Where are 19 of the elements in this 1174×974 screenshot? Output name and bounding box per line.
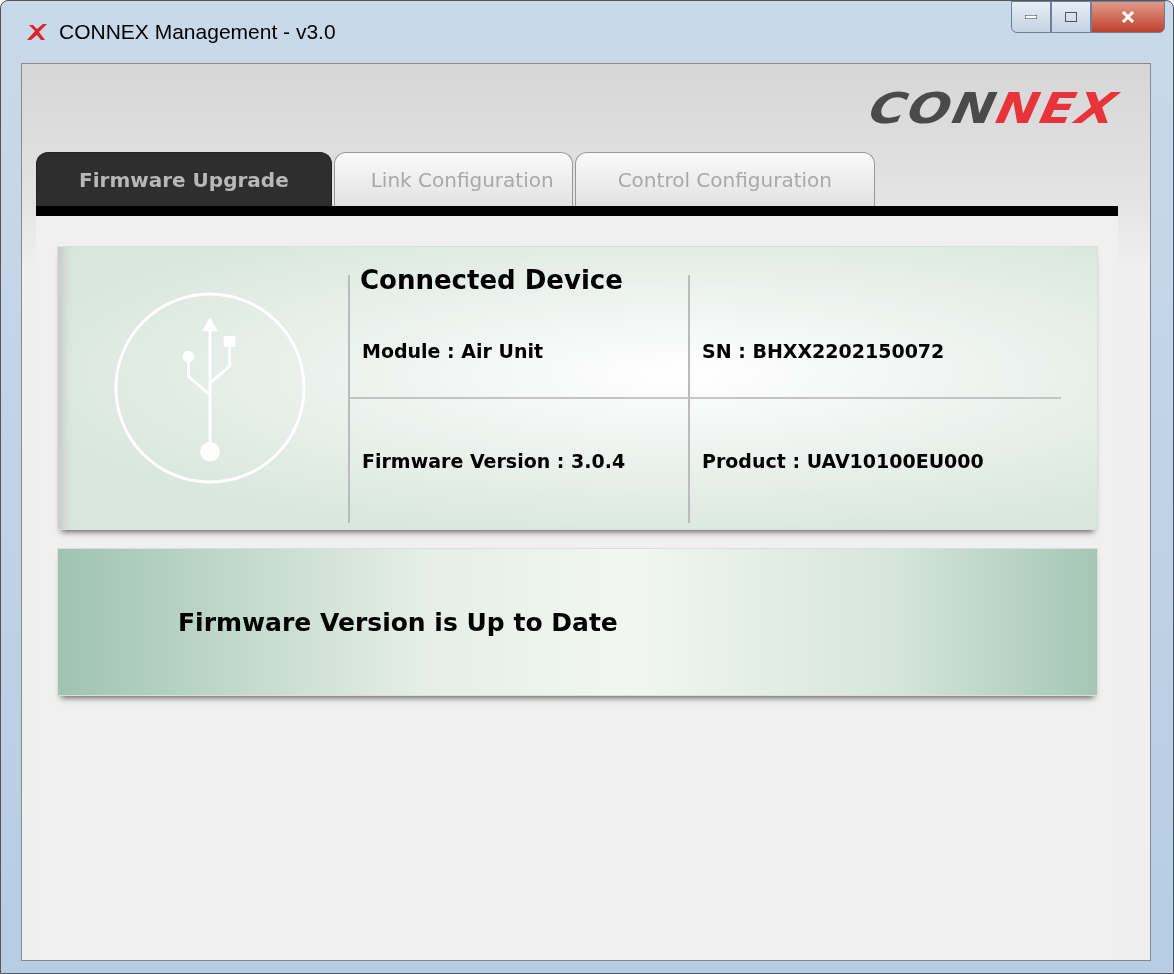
close-icon	[1121, 11, 1135, 23]
status-message: Firmware Version is Up to Date	[178, 607, 618, 637]
device-field: Firmware Version : 3.0.4	[362, 450, 626, 472]
close-button[interactable]	[1091, 1, 1165, 33]
section-title: Connected Device	[359, 264, 624, 297]
minimize-icon	[1025, 15, 1037, 19]
tab[interactable]: Link Configuration	[333, 152, 573, 206]
maximize-button[interactable]	[1051, 1, 1091, 33]
device-field: Module : Air Unit	[362, 340, 544, 362]
x-logo-icon	[25, 22, 49, 42]
window-title: CONNEX Management - v3.0	[59, 20, 336, 44]
minimize-button[interactable]	[1011, 1, 1051, 33]
connex-logo: CONNEX	[865, 84, 1124, 134]
maximize-icon	[1065, 12, 1077, 22]
tab[interactable]: Firmware Upgrade	[36, 152, 332, 206]
tab[interactable]: Control Configuration	[574, 152, 875, 206]
device-field: Product : UAV10100EU000	[702, 450, 984, 472]
usb-icon	[112, 290, 308, 486]
device-field: SN : BHXX2202150072	[702, 340, 945, 362]
